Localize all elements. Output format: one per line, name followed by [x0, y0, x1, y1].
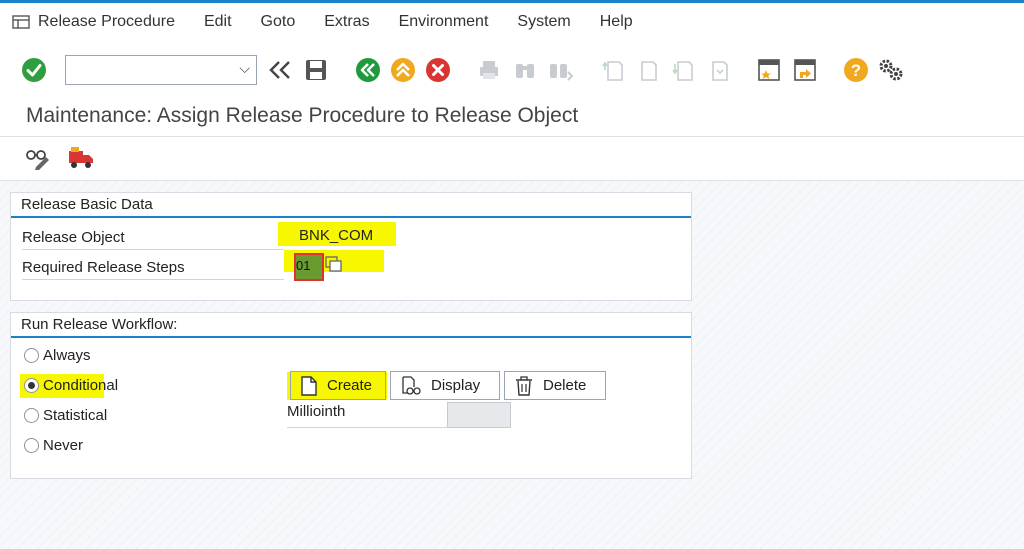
standard-toolbar: ⌵ ?: [0, 41, 1024, 97]
radio-circle-selected[interactable]: [24, 378, 39, 393]
menu-goto[interactable]: Goto: [261, 13, 296, 31]
last-page-icon: [703, 55, 733, 85]
menu-release-procedure[interactable]: Release Procedure: [38, 13, 175, 31]
label-underline: [287, 427, 447, 428]
menu-extras[interactable]: Extras: [324, 13, 369, 31]
label-underline: [22, 279, 284, 280]
menu-system[interactable]: System: [517, 13, 570, 31]
menu-bar: Release Procedure Edit Goto Extras Envir…: [0, 3, 1024, 41]
group-header: Run Release Workflow:: [11, 313, 691, 338]
title-bar: Maintenance: Assign Release Procedure to…: [0, 97, 1024, 137]
required-steps-input[interactable]: [296, 255, 318, 275]
display-glasses-icon: [402, 375, 421, 395]
delete-button-label: Delete: [543, 377, 587, 394]
page-title: Maintenance: Assign Release Procedure to…: [26, 104, 579, 127]
group-title-basic-data: Release Basic Data: [21, 196, 153, 213]
create-session-icon[interactable]: [754, 55, 784, 85]
enter-check-icon[interactable]: [19, 55, 49, 85]
delete-button[interactable]: Delete: [504, 371, 606, 400]
radio-label: Always: [43, 347, 91, 364]
group-title-workflow: Run Release Workflow:: [21, 316, 178, 333]
generate-shortcut-icon[interactable]: [790, 55, 820, 85]
value-help-icon[interactable]: [324, 255, 344, 273]
display-button[interactable]: Display: [390, 371, 500, 400]
svg-text:?: ?: [851, 61, 861, 80]
command-input[interactable]: [66, 56, 226, 84]
radio-label: Never: [43, 437, 84, 454]
save-icon[interactable]: [301, 55, 331, 85]
cancel-icon[interactable]: [423, 55, 453, 85]
create-button[interactable]: Create: [290, 371, 386, 400]
application-toolbar: [0, 137, 1024, 181]
help-icon[interactable]: ?: [841, 55, 871, 85]
milliointh-label: Milliointh: [287, 403, 346, 420]
command-field[interactable]: ⌵: [65, 55, 257, 85]
required-steps-label: Required Release Steps: [22, 259, 185, 276]
radio-label: Conditional: [43, 377, 119, 394]
radio-circle[interactable]: [24, 408, 39, 423]
previous-page-icon: [634, 55, 664, 85]
radio-always[interactable]: Always: [24, 347, 91, 364]
group-header: Release Basic Data: [11, 193, 691, 218]
display-button-label: Display: [431, 377, 481, 394]
radio-circle[interactable]: [24, 438, 39, 453]
label-underline: [22, 249, 284, 250]
glasses-pencil-icon[interactable]: [23, 143, 53, 173]
first-page-icon: [598, 55, 628, 85]
release-object-value: BNK_COM: [299, 227, 374, 244]
release-basic-data-group: Release Basic Data Release Object Requir…: [10, 192, 692, 301]
radio-statistical[interactable]: Statistical: [24, 407, 107, 424]
double-chevron-left-icon[interactable]: [265, 55, 295, 85]
next-page-icon: [668, 55, 698, 85]
print-icon: [474, 55, 504, 85]
menu-icon[interactable]: [8, 3, 34, 41]
menu-help[interactable]: Help: [600, 13, 633, 31]
milliointh-input: [447, 402, 511, 428]
find-next-icon: [545, 55, 575, 85]
release-object-label: Release Object: [22, 229, 125, 246]
radio-conditional[interactable]: Conditional: [24, 377, 118, 394]
chevron-down-icon[interactable]: ⌵: [239, 60, 250, 77]
exit-icon[interactable]: [388, 55, 418, 85]
menu-environment[interactable]: Environment: [399, 13, 489, 31]
new-document-icon: [301, 375, 317, 396]
create-button-label: Create: [327, 377, 373, 394]
trash-icon: [516, 375, 532, 396]
gear-icon[interactable]: [876, 55, 906, 85]
transport-truck-icon[interactable]: [66, 143, 96, 173]
radio-label: Statistical: [43, 407, 108, 424]
menu-edit[interactable]: Edit: [204, 13, 232, 31]
radio-never[interactable]: Never: [24, 437, 83, 454]
radio-circle[interactable]: [24, 348, 39, 363]
find-icon: [510, 55, 540, 85]
back-icon[interactable]: [353, 55, 383, 85]
